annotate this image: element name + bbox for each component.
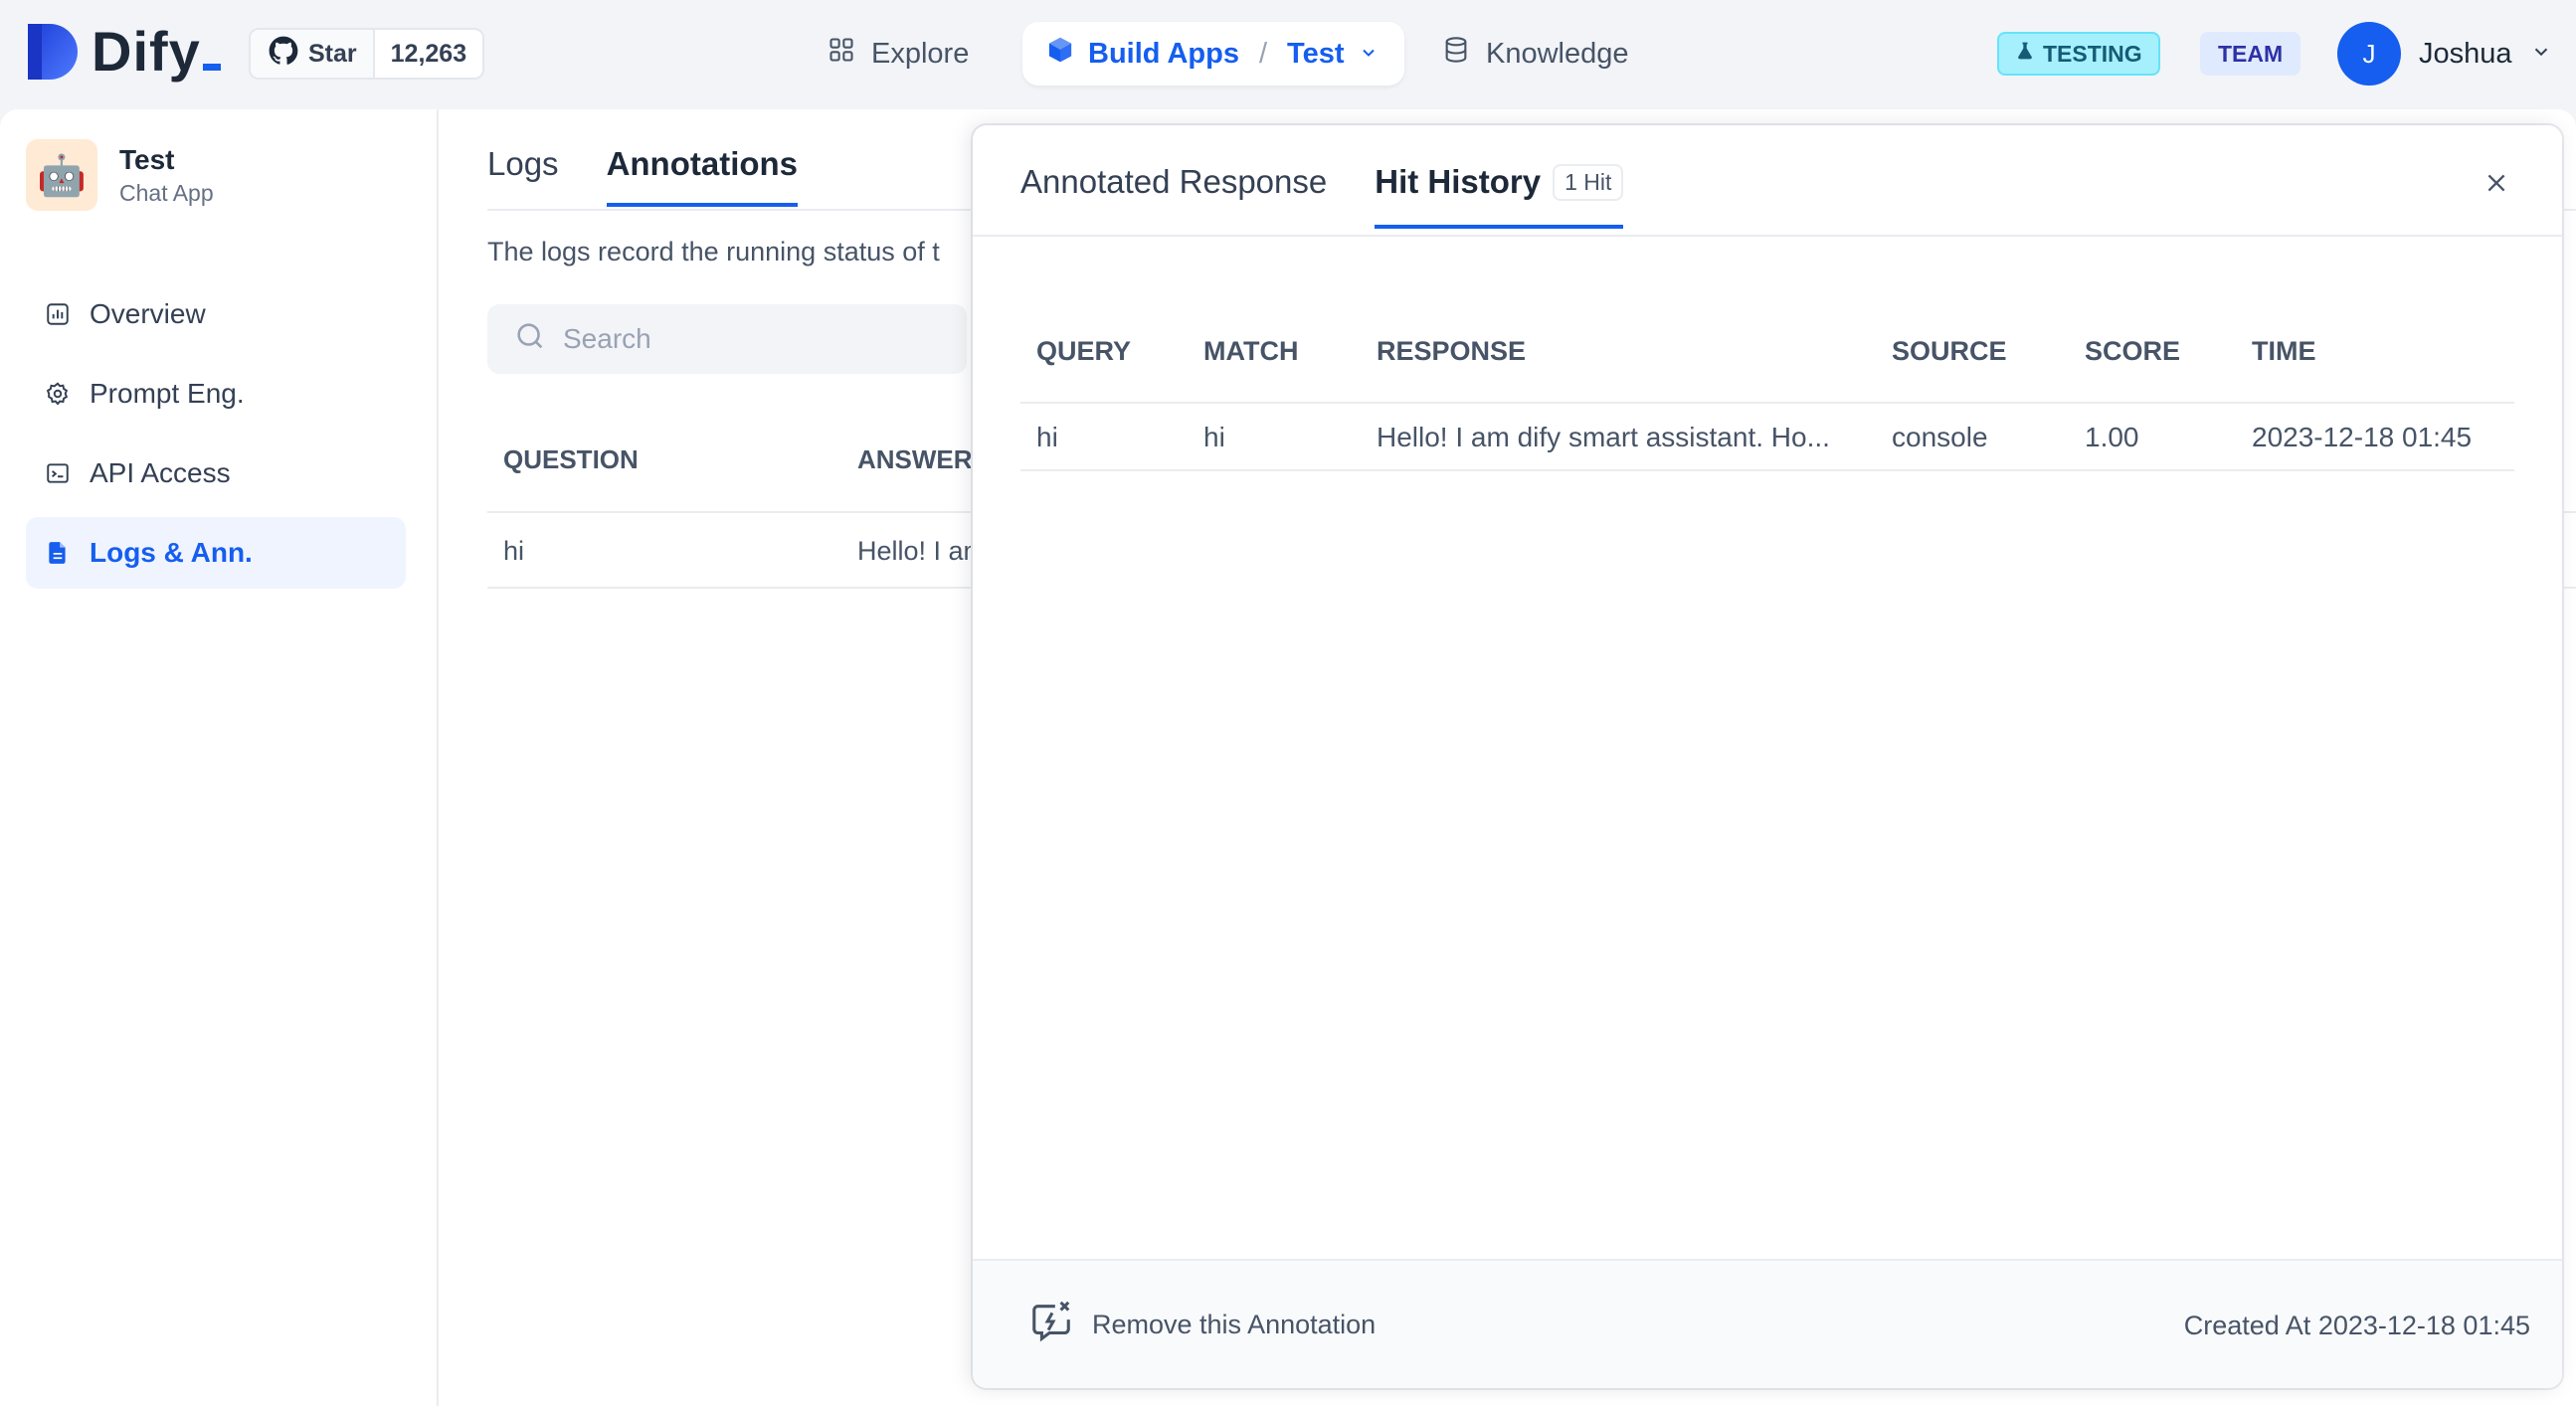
- column-header-score: SCORE: [2085, 335, 2181, 366]
- user-menu[interactable]: J Joshua: [2337, 22, 2552, 86]
- github-star-count[interactable]: 12,263: [375, 40, 482, 69]
- sidebar-item-api-access[interactable]: API Access: [26, 438, 406, 509]
- nav-build-apps[interactable]: Build Apps / Test: [1022, 22, 1404, 86]
- logo-cursor: [202, 64, 221, 71]
- team-badge: TEAM: [2200, 32, 2301, 76]
- table-row[interactable]: hi hi Hello! I am dify smart assistant. …: [1020, 406, 2514, 471]
- terminal-icon: [44, 459, 72, 487]
- sidebar-item-prompt-eng[interactable]: Prompt Eng.: [26, 358, 406, 430]
- testing-badge-label: TESTING: [2043, 40, 2142, 67]
- grid-icon: [828, 36, 855, 72]
- app-info-card[interactable]: 🤖 Test Chat App: [26, 139, 214, 211]
- message-remove-icon: [1028, 1299, 1074, 1351]
- sidebar-item-label: Prompt Eng.: [90, 378, 245, 409]
- cell-score: 1.00: [2085, 422, 2139, 452]
- sidebar-item-overview[interactable]: Overview: [26, 278, 406, 350]
- cube-icon: [1046, 36, 1074, 72]
- cell-source: console: [1892, 422, 1988, 452]
- tab-logs[interactable]: Logs: [487, 145, 559, 207]
- nav-build-apps-label: Build Apps: [1088, 37, 1239, 70]
- dify-logo-icon: [28, 24, 80, 80]
- chevron-down-icon[interactable]: [1359, 38, 1379, 71]
- close-icon[interactable]: [2477, 163, 2516, 203]
- drawer-tabs: Annotated Response Hit History 1 Hit: [1020, 163, 1624, 229]
- column-header-response: RESPONSE: [1377, 335, 1527, 366]
- dify-logo[interactable]: Dify: [28, 24, 221, 80]
- cell-question: hi: [503, 535, 525, 566]
- column-header-query: QUERY: [1036, 335, 1132, 366]
- github-star-button[interactable]: Star: [251, 30, 375, 78]
- logo-text: Dify: [92, 20, 201, 83]
- gear-icon: [44, 380, 72, 408]
- column-header-question: QUESTION: [503, 443, 639, 474]
- robot-icon: 🤖: [26, 139, 97, 211]
- cell-query: hi: [1036, 422, 1058, 452]
- search-placeholder: Search: [563, 323, 651, 354]
- remove-annotation-label: Remove this Annotation: [1092, 1310, 1377, 1339]
- app-sidebar: 🤖 Test Chat App Overview Prompt Eng. API…: [0, 109, 439, 1406]
- tab-annotations[interactable]: Annotations: [606, 145, 799, 207]
- nav-knowledge[interactable]: Knowledge: [1442, 22, 1629, 86]
- current-app-selector[interactable]: Test: [1287, 38, 1344, 71]
- app-name: Test: [119, 143, 175, 175]
- column-header-match: MATCH: [1203, 335, 1299, 366]
- tab-hit-history[interactable]: Hit History 1 Hit: [1375, 163, 1624, 229]
- annotation-detail-drawer: Annotated Response Hit History 1 Hit QUE…: [973, 125, 2562, 1388]
- tab-annotated-response[interactable]: Annotated Response: [1020, 163, 1327, 229]
- tab-label: Annotated Response: [1020, 163, 1328, 200]
- logs-description: The logs record the running status of t: [487, 237, 940, 266]
- drawer-divider: [973, 235, 2562, 237]
- hit-count-badge: 1 Hit: [1553, 163, 1624, 201]
- testing-badge: TESTING: [1997, 32, 2160, 76]
- app-type: Chat App: [119, 179, 214, 206]
- sidebar-item-label: Logs & Ann.: [90, 537, 253, 568]
- drawer-footer: Remove this Annotation Created At 2023-1…: [973, 1259, 2562, 1388]
- sidebar-item-label: Overview: [90, 298, 206, 329]
- tab-label: Hit History: [1375, 163, 1542, 200]
- nav-explore[interactable]: Explore: [828, 22, 969, 86]
- avatar[interactable]: J: [2337, 22, 2401, 86]
- user-name[interactable]: Joshua: [2419, 38, 2512, 71]
- github-icon: [269, 36, 298, 73]
- flask-icon: [2015, 40, 2035, 68]
- chart-icon: [44, 300, 72, 328]
- nav-knowledge-label: Knowledge: [1486, 37, 1629, 70]
- sidebar-menu: Overview Prompt Eng. API Access Logs & A…: [26, 278, 406, 597]
- document-icon: [44, 539, 72, 567]
- cell-match: hi: [1203, 422, 1225, 452]
- chevron-down-icon[interactable]: [2530, 38, 2552, 71]
- database-icon: [1442, 36, 1470, 72]
- column-header-time: TIME: [2252, 335, 2316, 366]
- hit-history-table-header: QUERY MATCH RESPONSE SOURCE SCORE TIME: [1020, 300, 2514, 404]
- top-header: Dify Star 12,263 Explore Build Apps / Te…: [0, 0, 2576, 107]
- cell-answer: Hello! I am: [857, 535, 987, 566]
- created-at-text: Created At 2023-12-18 01:45: [2183, 1311, 2530, 1340]
- github-star-label: Star: [308, 39, 357, 68]
- search-input[interactable]: Search: [487, 304, 967, 374]
- cell-time: 2023-12-18 01:45: [2252, 422, 2473, 452]
- github-star-widget[interactable]: Star 12,263: [249, 28, 485, 80]
- cell-response: Hello! I am dify smart assistant. Ho...: [1377, 422, 1830, 452]
- nav-explore-label: Explore: [871, 37, 970, 70]
- remove-annotation-button[interactable]: Remove this Annotation: [1028, 1299, 1376, 1351]
- sidebar-item-label: API Access: [90, 457, 231, 488]
- column-header-source: SOURCE: [1892, 335, 2007, 366]
- column-header-answer: ANSWER: [857, 443, 973, 474]
- sidebar-item-logs-ann[interactable]: Logs & Ann.: [26, 517, 406, 589]
- search-icon: [513, 319, 547, 360]
- nav-separator: /: [1258, 37, 1268, 70]
- logs-tabs: Logs Annotations: [487, 145, 799, 207]
